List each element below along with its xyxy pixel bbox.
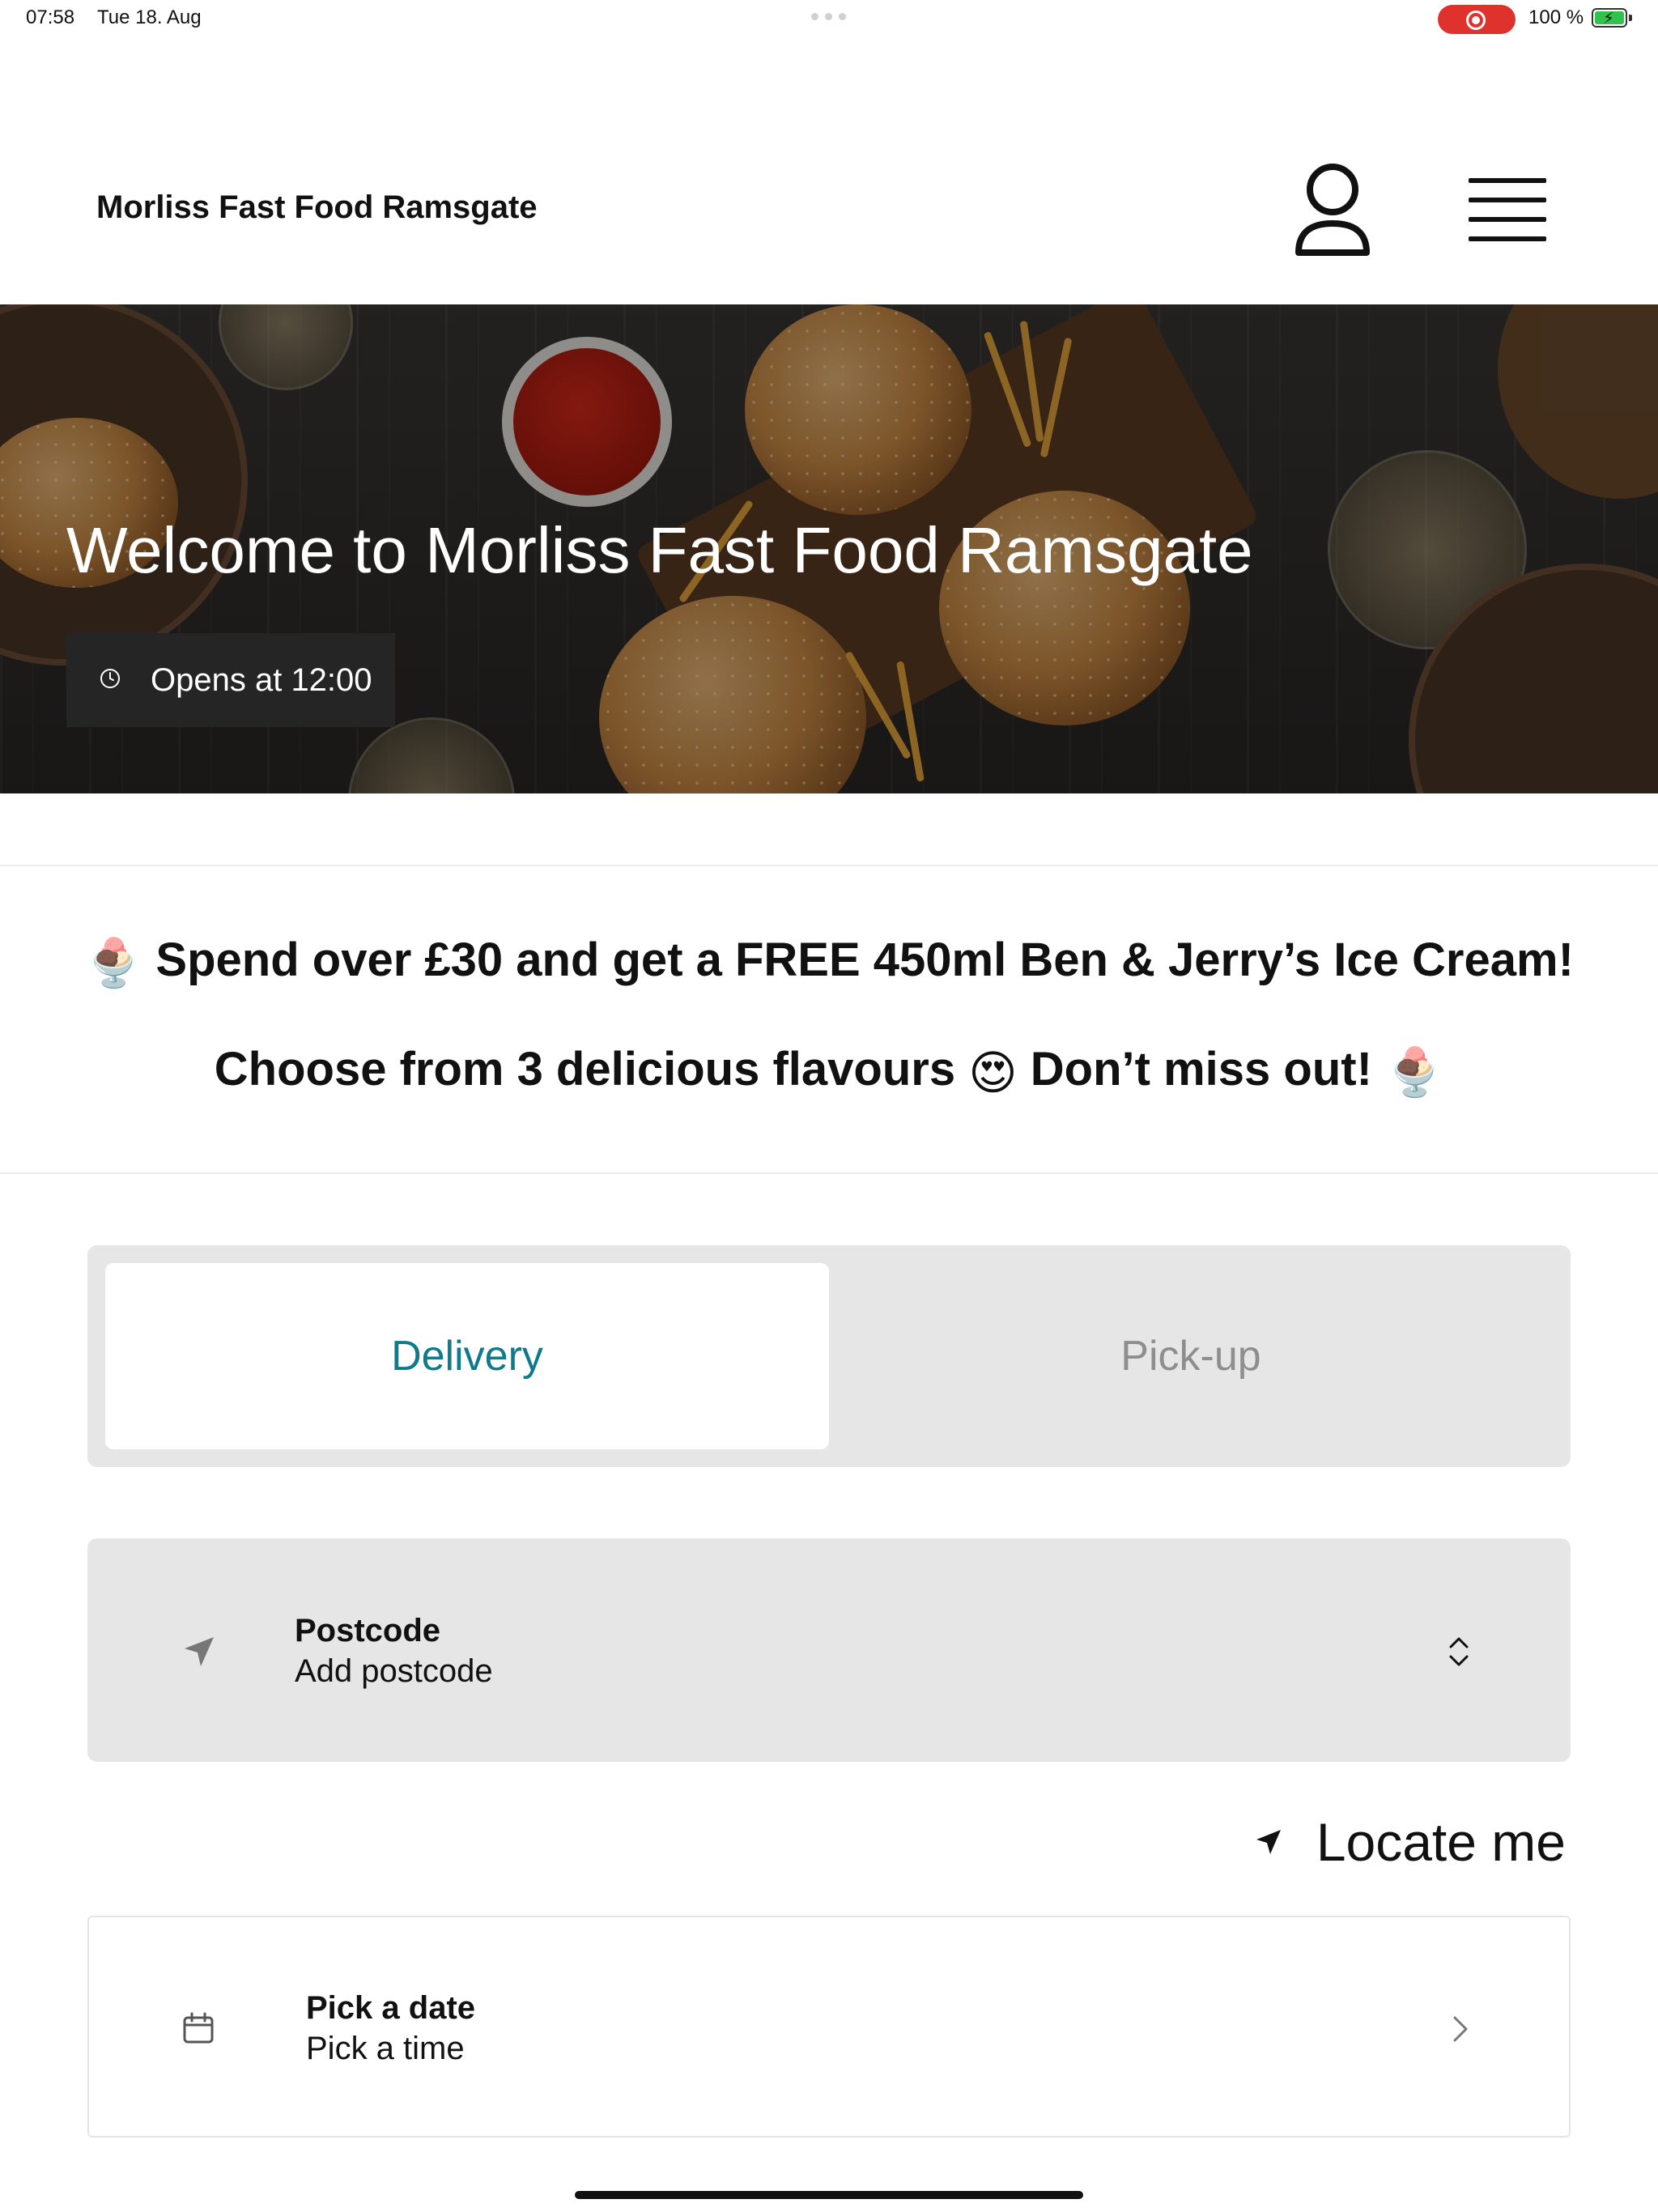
divider (0, 865, 1658, 866)
locate-me-label: Locate me (1316, 1812, 1566, 1872)
chevron-up-down-icon[interactable] (1444, 1634, 1473, 1670)
site-header: Morliss Fast Food Ramsgate (0, 39, 1658, 304)
promo-text-1: Spend over £30 and get a FREE 450ml Ben … (155, 934, 1574, 986)
postcode-field[interactable]: Postcode Add postcode (87, 1538, 1571, 1762)
status-time: 07:58 (26, 6, 75, 28)
location-arrow-icon (1256, 1830, 1281, 1854)
postcode-label: Postcode (295, 1613, 441, 1648)
account-button[interactable] (1292, 162, 1373, 259)
order-type-toggle: Delivery Pick-up (87, 1245, 1571, 1467)
promo-text-2a: Choose from 3 delicious flavours (214, 1043, 956, 1095)
battery-cap (1629, 15, 1632, 21)
date-label: Pick a date (306, 1990, 476, 2026)
postcode-placeholder[interactable]: Add postcode (295, 1653, 493, 1690)
heart-eyes-icon: 😍 (968, 1046, 1018, 1100)
ice-cream-icon: 🍨 (1385, 1045, 1444, 1099)
opening-hours-badge: Opens at 12:00 (66, 633, 395, 727)
promo-line-2: Choose from 3 delicious flavours 😍 Don’t… (0, 1042, 1658, 1100)
date-time-picker[interactable]: Pick a date Pick a time (87, 1916, 1571, 2138)
hero-banner: Welcome to Morliss Fast Food Ramsgate Op… (0, 304, 1658, 793)
tab-pick-up[interactable]: Pick-up (829, 1263, 1553, 1449)
opening-hours-text: Opens at 12:00 (151, 662, 372, 698)
hero-title: Welcome to Morliss Fast Food Ramsgate (66, 514, 1253, 586)
status-date: Tue 18. Aug (97, 6, 202, 28)
location-arrow-icon (185, 1637, 214, 1666)
battery-percentage: 100 % (1528, 6, 1584, 28)
user-icon (1295, 164, 1370, 256)
screen-recording-icon[interactable] (1438, 5, 1516, 34)
chevron-right-icon[interactable] (1448, 2013, 1472, 2045)
tab-delivery[interactable]: Delivery (105, 1263, 829, 1449)
locate-me-button[interactable]: Locate me (1253, 1806, 1566, 1878)
status-bar: 07:58 Tue 18. Aug 100 % ⚡ (0, 0, 1658, 39)
home-indicator[interactable] (575, 2191, 1083, 2199)
calendar-icon (183, 2012, 214, 2044)
divider (0, 1172, 1658, 1174)
battery-icon: ⚡ (1592, 8, 1627, 28)
promo-text-2b: Don’t miss out! (1030, 1043, 1372, 1095)
menu-button[interactable] (1465, 175, 1550, 248)
multitasking-dots-icon[interactable] (811, 13, 846, 20)
clock-icon (100, 669, 120, 688)
brand-name[interactable]: Morliss Fast Food Ramsgate (96, 189, 538, 226)
time-label: Pick a time (306, 2031, 465, 2066)
ice-cream-icon: 🍨 (84, 936, 143, 989)
promo-line-1: 🍨 Spend over £30 and get a FREE 450ml Be… (0, 933, 1658, 991)
